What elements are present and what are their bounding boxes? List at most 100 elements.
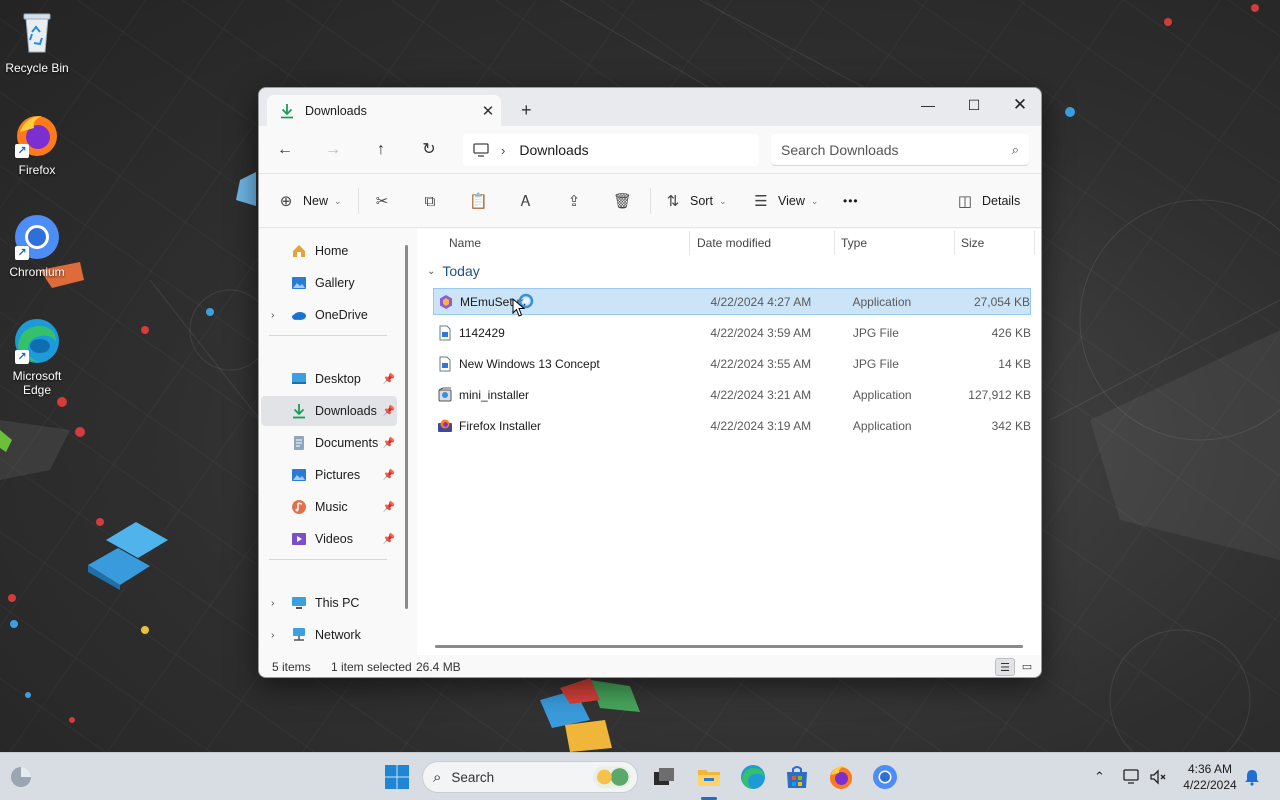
column-header-name[interactable]: Name <box>449 236 481 250</box>
sidebar-item-onedrive[interactable]: › OneDrive <box>261 300 397 330</box>
file-row[interactable]: mini_installer 4/22/2024 3:21 AM Applica… <box>433 381 1031 408</box>
details-pane-button[interactable]: ◫ Details <box>956 190 1020 212</box>
sidebar-item-label: Videos <box>315 532 353 546</box>
column-divider[interactable] <box>689 231 690 255</box>
column-header-type[interactable]: Type <box>841 236 867 250</box>
group-header-today[interactable]: ⌄ Today <box>427 263 480 279</box>
sidebar-scrollbar[interactable] <box>405 245 408 609</box>
clock-date: 4/22/2024 <box>1183 778 1237 792</box>
delete-button[interactable]: 🗑 <box>613 190 639 212</box>
more-options-button[interactable]: ••• <box>843 190 859 212</box>
sidebar-item-home[interactable]: Home <box>261 236 397 266</box>
file-row[interactable]: Firefox Installer 4/22/2024 3:19 AM Appl… <box>433 412 1031 439</box>
chevron-right-icon[interactable]: › <box>271 630 274 641</box>
column-divider[interactable] <box>954 231 955 255</box>
widgets-icon[interactable] <box>8 764 34 790</box>
file-name: Firefox Installer <box>459 418 542 433</box>
taskbar-search[interactable]: ⌕ Search <box>422 761 638 793</box>
paste-button[interactable]: 📋 <box>469 190 495 212</box>
up-icon[interactable]: ↑ <box>369 138 393 162</box>
minimize-button[interactable]: — <box>905 92 951 118</box>
search-input[interactable] <box>781 141 1012 158</box>
desktop-icon-firefox[interactable]: ↗ Firefox <box>0 110 74 177</box>
rename-button[interactable]: Ꭺ <box>517 190 543 212</box>
sort-button[interactable]: ⇅ Sort ⌄ <box>664 190 727 212</box>
details-view-icon[interactable]: ☰ <box>995 658 1015 676</box>
notification-bell-icon[interactable] <box>1243 768 1261 786</box>
sidebar-item-gallery[interactable]: Gallery <box>261 268 397 298</box>
sidebar-item-downloads[interactable]: Downloads 📌 <box>261 396 397 426</box>
network-status-icon[interactable] <box>1122 767 1142 787</box>
pin-icon: 📌 <box>382 533 395 545</box>
forward-icon[interactable]: → <box>321 138 345 162</box>
sidebar-item-label: This PC <box>315 596 360 610</box>
large-icons-view-icon[interactable]: ▭ <box>1017 658 1037 676</box>
file-explorer-icon[interactable] <box>695 763 723 791</box>
back-icon[interactable]: ← <box>273 138 297 162</box>
maximize-button[interactable]: ☐ <box>951 92 997 118</box>
desktop-icon-label: Chromium <box>9 265 65 279</box>
column-divider[interactable] <box>1034 231 1035 255</box>
sort-icon: ⇅ <box>666 193 680 210</box>
desktop-icon-microsoft-edge[interactable]: ↗ Microsoft Edge <box>0 316 74 397</box>
search-icon: ⌕ <box>433 768 442 786</box>
chevron-right-icon[interactable]: › <box>271 598 274 609</box>
edge-icon[interactable] <box>739 763 767 791</box>
sidebar-item-network[interactable]: › Network <box>261 620 397 650</box>
cut-button[interactable]: ✂ <box>373 190 399 212</box>
column-header-date[interactable]: Date modified <box>697 236 771 250</box>
task-view-icon[interactable] <box>650 763 678 791</box>
firefox-icon[interactable] <box>827 763 855 791</box>
horizontal-scrollbar[interactable] <box>435 645 1023 648</box>
close-tab-icon[interactable]: ✕ <box>475 102 501 120</box>
file-row[interactable]: 1142429 4/22/2024 3:59 AM JPG File 426 K… <box>433 319 1031 346</box>
chromium-icon[interactable] <box>871 763 899 791</box>
pin-icon: 📌 <box>382 501 395 513</box>
sidebar-item-pictures[interactable]: Pictures 📌 <box>261 460 397 490</box>
file-date: 4/22/2024 3:19 AM <box>710 418 812 433</box>
chevron-right-icon[interactable]: › <box>271 310 274 321</box>
breadcrumb[interactable]: › Downloads <box>463 134 759 166</box>
column-header-size[interactable]: Size <box>961 236 984 250</box>
sidebar-item-this-pc[interactable]: › This PC <box>261 588 397 618</box>
sidebar-item-label: Pictures <box>315 468 361 482</box>
new-button[interactable]: ⊕ New ⌄ <box>277 190 342 212</box>
share-icon: ⇪ <box>567 193 581 210</box>
refresh-icon[interactable]: ↻ <box>417 138 441 162</box>
sidebar-item-music[interactable]: Music 📌 <box>261 492 397 522</box>
file-size: 127,912 KB <box>968 387 1031 402</box>
copy-button[interactable]: ⧉ <box>421 190 447 212</box>
breadcrumb-item-downloads[interactable]: Downloads <box>519 142 588 158</box>
pin-icon: 📌 <box>382 469 395 481</box>
column-divider[interactable] <box>834 231 835 255</box>
sidebar-item-desktop[interactable]: Desktop 📌 <box>261 364 397 394</box>
chromium-icon: ↗ <box>12 212 62 262</box>
taskbar: ⌕ Search ⌃ 4:36 AM 4/22/2024 <box>0 752 1280 800</box>
sidebar-item-documents[interactable]: Documents 📌 <box>261 428 397 458</box>
divider <box>358 188 359 214</box>
show-hidden-icons-icon[interactable]: ⌃ <box>1094 753 1105 800</box>
desktop-icon-label: Recycle Bin <box>5 61 69 75</box>
chevron-down-icon: ⌄ <box>810 195 819 206</box>
desktop-icon-chromium[interactable]: ↗ Chromium <box>0 212 74 279</box>
tab-downloads[interactable]: Downloads ✕ <box>267 95 501 126</box>
start-icon[interactable] <box>383 763 411 791</box>
group-label: Today <box>442 263 480 279</box>
divider <box>269 559 387 560</box>
sidebar-item-videos[interactable]: Videos 📌 <box>261 524 397 554</box>
title-bar: Downloads ✕ + — ☐ ✕ <box>259 88 1041 126</box>
desktop-icon-recycle-bin[interactable]: Recycle Bin <box>0 8 74 75</box>
volume-muted-icon[interactable] <box>1148 767 1168 787</box>
file-row[interactable]: New Windows 13 Concept 4/22/2024 3:55 AM… <box>433 350 1031 377</box>
pin-icon: 📌 <box>382 373 395 385</box>
sidebar-item-label: Music <box>315 500 348 514</box>
microsoft-store-icon[interactable] <box>783 763 811 791</box>
taskbar-clock[interactable]: 4:36 AM 4/22/2024 <box>1180 761 1240 793</box>
this-pc-icon <box>473 143 489 157</box>
close-window-button[interactable]: ✕ <box>997 92 1041 118</box>
view-button[interactable]: ☰ View ⌄ <box>752 190 818 212</box>
new-tab-button[interactable]: + <box>521 100 532 121</box>
network-icon <box>291 627 307 643</box>
share-button[interactable]: ⇪ <box>565 190 591 212</box>
downloads-icon <box>291 403 307 419</box>
